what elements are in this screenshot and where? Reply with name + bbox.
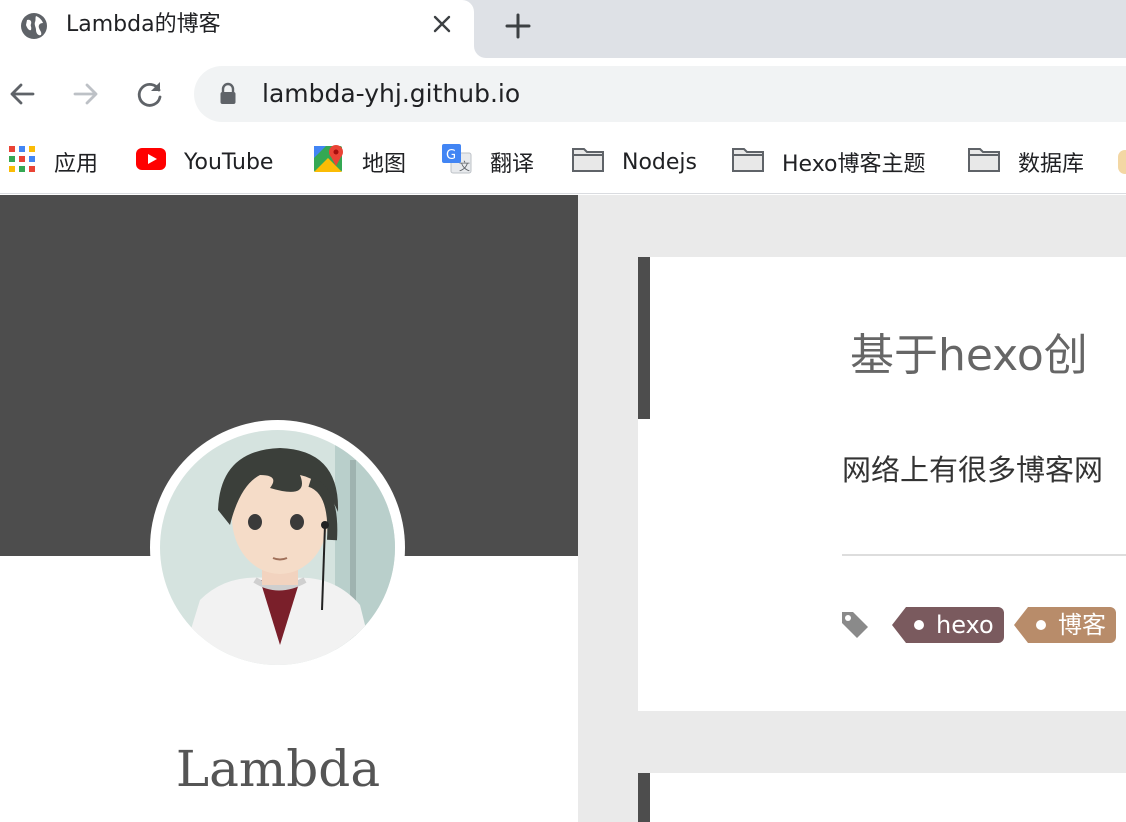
post-excerpt: 网络上有很多博客网 <box>842 453 1104 487</box>
page-content: Lambda 基于hexo创 网络上有很多博客网 hexo 博客 <box>0 195 1126 822</box>
bookmark-folder-nodejs[interactable]: Nodejs <box>572 144 697 180</box>
site-name[interactable]: Lambda <box>0 740 556 798</box>
post-divider <box>842 554 1126 556</box>
youtube-icon <box>136 148 166 176</box>
bookmark-apps[interactable]: 应用 <box>8 144 98 180</box>
tab-strip: Lambda的博客 <box>0 0 1126 58</box>
folder-icon <box>968 146 1000 178</box>
svg-text:G: G <box>446 148 456 163</box>
post-card-2 <box>638 773 1126 822</box>
bookmark-translate[interactable]: G 文 翻译 <box>442 144 534 180</box>
arrow-left-icon <box>10 83 35 105</box>
bookmark-overflow-edge <box>1118 150 1126 174</box>
apps-grid-icon <box>8 145 36 179</box>
sidebar: Lambda <box>0 195 578 822</box>
bookmark-folder-database[interactable]: 数据库 <box>968 144 1084 180</box>
bookmark-label: 应用 <box>54 152 99 177</box>
tag-hexo[interactable]: hexo <box>892 607 1004 643</box>
post-card: 基于hexo创 网络上有很多博客网 hexo 博客 <box>638 257 1126 711</box>
reload-button[interactable] <box>132 76 168 112</box>
svg-text:文: 文 <box>459 159 470 173</box>
back-button[interactable] <box>4 76 40 112</box>
post-accent-bar <box>638 773 650 822</box>
reload-icon <box>137 82 162 107</box>
close-icon[interactable] <box>428 10 456 38</box>
globe-icon <box>20 12 48 40</box>
folder-icon <box>732 146 764 178</box>
maps-icon <box>314 144 344 180</box>
url-text[interactable]: lambda-yhj.github.io <box>262 78 520 110</box>
bookmarks-bar: 应用 YouTube 地图 G 文 翻译 Nodejs Hexo博客主题 数据库 <box>0 130 1126 194</box>
new-tab-button[interactable] <box>500 8 536 44</box>
avatar-frame <box>150 420 405 675</box>
folder-icon <box>572 146 604 178</box>
forward-button[interactable] <box>68 76 104 112</box>
avatar[interactable] <box>160 430 395 665</box>
bookmark-maps[interactable]: 地图 <box>314 144 406 180</box>
browser-toolbar: lambda-yhj.github.io <box>0 58 1126 130</box>
bookmark-label: 数据库 <box>1018 152 1085 177</box>
post-title[interactable]: 基于hexo创 <box>850 319 1088 383</box>
translate-icon: G 文 <box>442 144 472 180</box>
post-accent-bar <box>638 257 650 419</box>
bookmark-label: Nodejs <box>622 149 697 175</box>
bookmark-label: 翻译 <box>490 152 535 177</box>
tab-title: Lambda的博客 <box>66 12 221 37</box>
bookmark-folder-hexo[interactable]: Hexo博客主题 <box>732 144 926 180</box>
plus-icon <box>505 13 531 39</box>
bookmark-label: YouTube <box>184 149 274 175</box>
tag-blog[interactable]: 博客 <box>1014 607 1116 643</box>
tab-ear <box>474 46 486 58</box>
bookmark-label: Hexo博客主题 <box>782 152 926 177</box>
active-tab[interactable]: Lambda的博客 <box>0 0 474 58</box>
lock-icon[interactable] <box>216 82 240 106</box>
arrow-right-icon <box>73 83 98 105</box>
bookmark-youtube[interactable]: YouTube <box>136 144 273 180</box>
bookmark-label: 地图 <box>362 152 407 177</box>
tag-icon <box>840 610 870 640</box>
address-bar[interactable]: lambda-yhj.github.io <box>194 66 1126 122</box>
